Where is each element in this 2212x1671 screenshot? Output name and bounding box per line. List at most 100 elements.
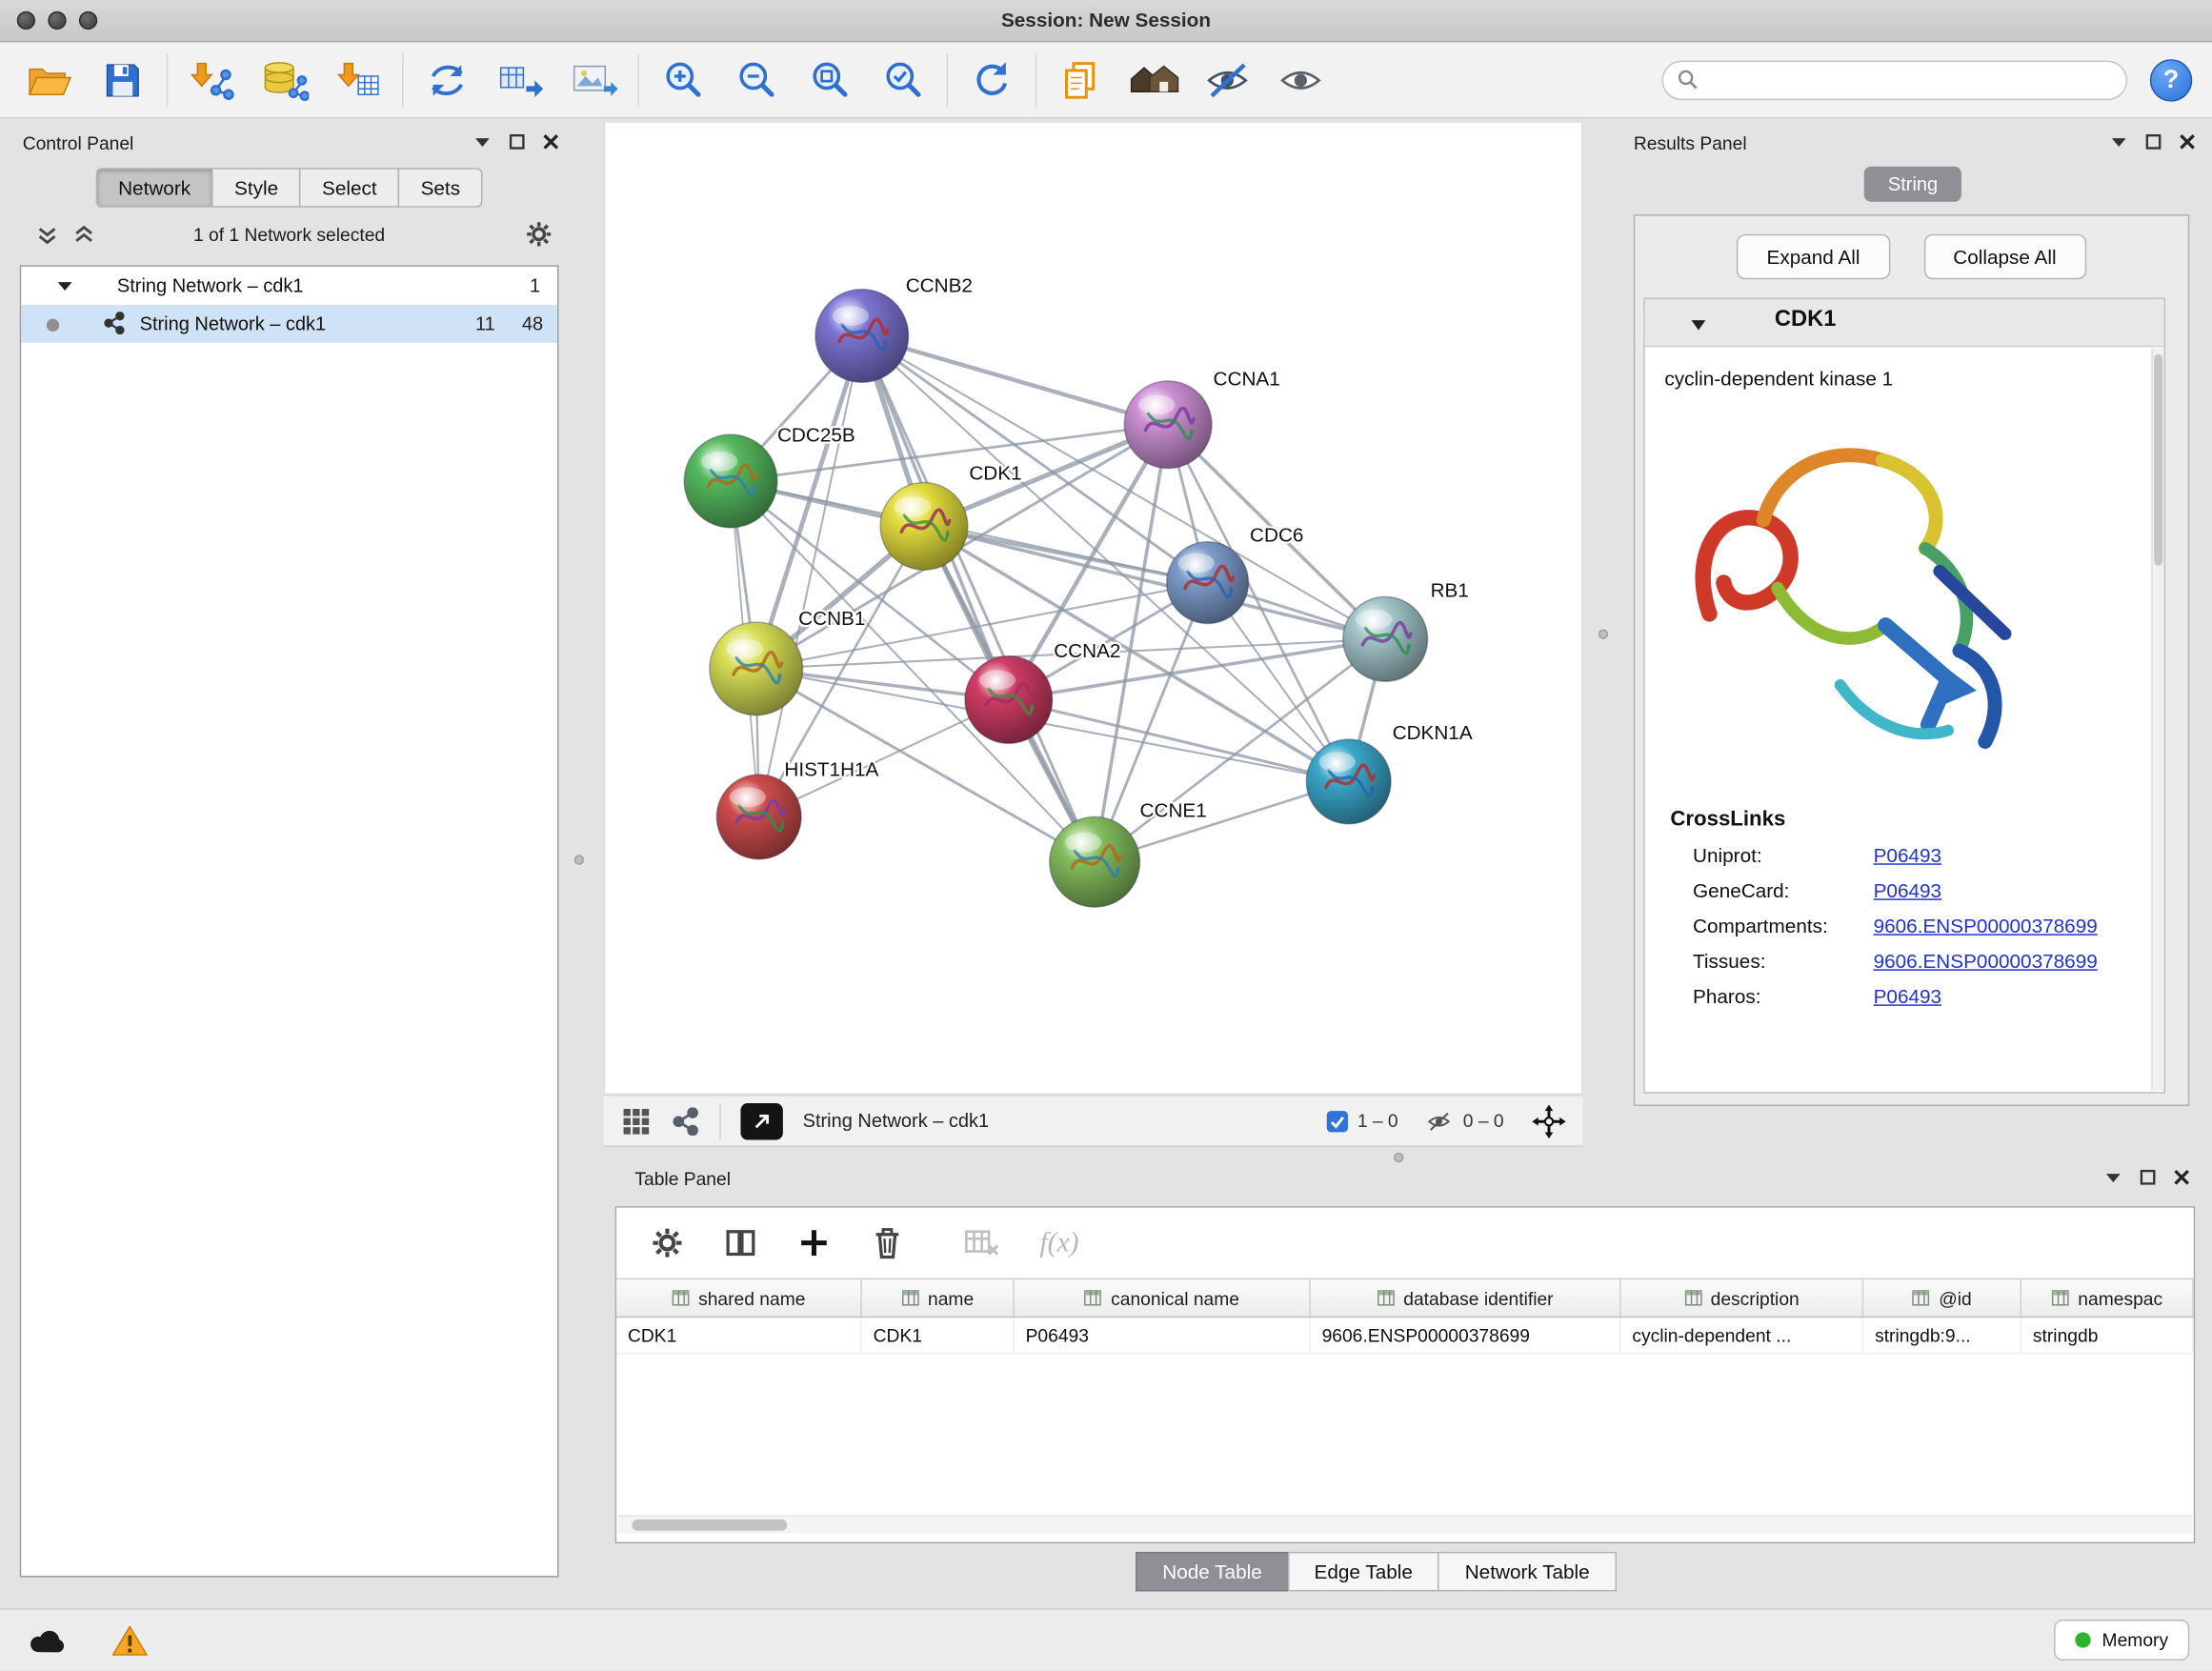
tab-node-table[interactable]: Node Table (1136, 1552, 1289, 1591)
network-options-gear-icon[interactable] (525, 220, 553, 249)
birdseye-grid-icon[interactable] (621, 1105, 653, 1137)
column-header[interactable]: shared name (616, 1279, 862, 1317)
network-node[interactable] (716, 775, 801, 859)
save-session-button[interactable] (93, 50, 152, 110)
crosslink-link[interactable]: 9606.ENSP00000378699 (1874, 950, 2098, 973)
close-window-button[interactable] (17, 11, 35, 30)
import-network-database-button[interactable] (255, 50, 314, 110)
zoom-selected-button[interactable] (874, 50, 933, 110)
export-image-button[interactable] (564, 50, 623, 110)
fit-content-crosshair-icon[interactable] (1532, 1104, 1566, 1138)
search-box[interactable] (1661, 60, 2127, 99)
zoom-fit-button[interactable] (800, 50, 859, 110)
show-columns-icon[interactable] (724, 1226, 758, 1260)
network-edge[interactable] (1009, 700, 1349, 782)
network-node[interactable] (965, 656, 1053, 744)
memory-button[interactable]: Memory (2054, 1620, 2189, 1661)
delete-column-trash-icon[interactable] (871, 1224, 905, 1261)
crosslink-link[interactable]: P06493 (1874, 844, 1941, 867)
refresh-icon (971, 58, 1013, 100)
column-header[interactable]: database identifier (1311, 1279, 1621, 1317)
crosslink-row: GeneCard: P06493 (1693, 879, 2164, 902)
selected-checkbox-icon[interactable] (1326, 1110, 1349, 1133)
table-cell[interactable]: CDK1 (862, 1318, 1015, 1353)
network-edge[interactable] (759, 335, 862, 816)
splitter-handle[interactable] (1394, 1153, 1403, 1162)
network-node[interactable] (1306, 739, 1391, 824)
network-edge[interactable] (862, 335, 1168, 424)
copy-document-button[interactable] (1051, 50, 1110, 110)
open-in-browser-button[interactable] (740, 1102, 782, 1139)
splitter-handle[interactable] (574, 855, 584, 864)
scrollbar-thumb[interactable] (632, 1520, 787, 1531)
vertical-scrollbar[interactable] (2151, 349, 2163, 1091)
tab-string-results[interactable]: String (1864, 167, 1962, 202)
network-row[interactable]: String Network – cdk1 11 48 (21, 305, 557, 343)
scrollbar-thumb[interactable] (2154, 354, 2162, 566)
tab-sets[interactable]: Sets (398, 168, 483, 207)
section-caret-icon[interactable] (1690, 319, 1707, 332)
tab-edge-table[interactable]: Edge Table (1287, 1552, 1439, 1591)
network-node[interactable] (1167, 542, 1249, 624)
network-node-label: CCNB2 (906, 275, 973, 297)
network-collection-row[interactable]: String Network – cdk1 1 (21, 267, 557, 305)
column-header[interactable]: canonical name (1015, 1279, 1311, 1317)
import-table-button[interactable] (329, 50, 388, 110)
zoom-in-button[interactable] (654, 50, 713, 110)
network-node[interactable] (710, 622, 803, 715)
network-node[interactable] (1050, 816, 1140, 907)
zoom-window-button[interactable] (79, 11, 97, 30)
tab-network-table[interactable]: Network Table (1438, 1552, 1617, 1591)
float-panel-icon[interactable] (2145, 134, 2161, 150)
table-settings-gear-icon[interactable] (651, 1226, 685, 1260)
table-cell[interactable]: 9606.ENSP00000378699 (1311, 1318, 1621, 1353)
hide-annotations-button[interactable] (1197, 50, 1257, 110)
crosslink-link[interactable]: P06493 (1874, 879, 1941, 902)
network-view[interactable]: CCNB2CCNA1CDC25BCDK1CDC6RB1CCNB1CCNA2CDK… (604, 121, 1583, 1095)
network-node[interactable] (1124, 381, 1212, 469)
collection-caret-icon[interactable] (58, 281, 72, 292)
tab-network[interactable]: Network (95, 168, 212, 207)
help-button[interactable]: ? (2150, 58, 2192, 100)
tab-style[interactable]: Style (211, 168, 300, 207)
apply-layout-button[interactable] (962, 50, 1021, 110)
network-node-count: 11 (475, 313, 495, 334)
open-session-button[interactable] (20, 50, 79, 110)
search-input[interactable] (1708, 70, 2112, 91)
splitter-handle[interactable] (1599, 629, 1608, 638)
close-panel-icon[interactable] (2180, 134, 2195, 150)
table-cell[interactable]: CDK1 (616, 1318, 862, 1353)
create-column-plus-icon[interactable] (797, 1226, 832, 1260)
node-section-header[interactable]: CDK1 (1645, 299, 2164, 347)
network-node[interactable] (815, 290, 909, 383)
minimize-window-button[interactable] (48, 11, 66, 30)
network-node[interactable] (880, 482, 968, 570)
warnings-button[interactable] (105, 1618, 155, 1662)
table-cell[interactable]: P06493 (1015, 1318, 1311, 1353)
genemania-button[interactable] (1124, 50, 1183, 110)
network-edge[interactable] (862, 335, 1095, 861)
tab-select[interactable]: Select (299, 168, 399, 207)
network-canvas[interactable]: CCNB2CCNA1CDC25BCDK1CDC6RB1CCNB1CCNA2CDK… (605, 123, 1581, 1094)
column-header[interactable]: name (862, 1279, 1015, 1317)
zoom-out-button[interactable] (727, 50, 786, 110)
collapse-all-button[interactable]: Collapse All (1923, 234, 2086, 279)
clone-network-button[interactable] (417, 50, 476, 110)
float-panel-icon[interactable] (510, 134, 525, 150)
show-annotations-button[interactable] (1271, 50, 1330, 110)
new-network-from-table-button[interactable] (491, 50, 550, 110)
search-icon (1678, 70, 1699, 91)
network-node[interactable] (684, 434, 777, 528)
panel-menu-icon[interactable] (474, 136, 492, 148)
crosslink-link[interactable]: 9606.ENSP00000378699 (1874, 915, 2098, 937)
crosslink-link[interactable]: P06493 (1874, 985, 1941, 1008)
hidden-eye-slash-icon[interactable] (1423, 1110, 1455, 1133)
panel-menu-icon[interactable] (2110, 136, 2127, 148)
crosslink-row: Tissues: 9606.ENSP00000378699 (1693, 950, 2164, 973)
string-share-icon[interactable] (672, 1107, 700, 1136)
import-network-file-button[interactable] (182, 50, 241, 110)
cloud-services-button[interactable] (23, 1618, 73, 1662)
expand-all-button[interactable]: Expand All (1737, 234, 1889, 279)
network-node[interactable] (1343, 596, 1428, 681)
close-panel-icon[interactable] (543, 134, 558, 150)
